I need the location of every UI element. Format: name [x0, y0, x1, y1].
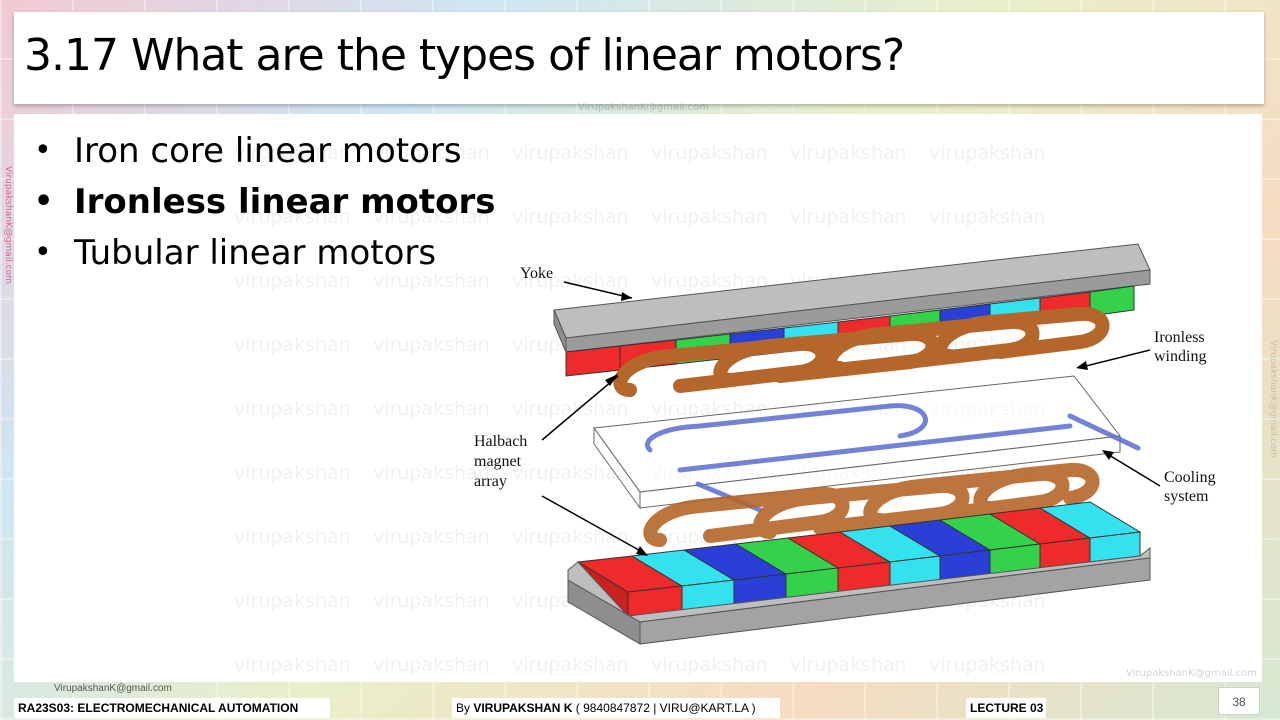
label-ironless-winding-2: winding [1154, 348, 1206, 365]
watermark-text: virupakshan [651, 654, 768, 676]
label-cooling-1: Cooling [1164, 469, 1216, 486]
arrowhead-halbach-lower [636, 546, 648, 556]
watermark-text: virupakshan [929, 654, 1046, 676]
arrowhead-yoke [621, 292, 632, 301]
title-bar: 3.17 What are the types of linear motors… [14, 12, 1264, 104]
arrow-cooling [1103, 451, 1161, 487]
page-number: 38 [1218, 687, 1260, 715]
watermark-text: virupakshan [512, 654, 629, 676]
watermark-text: virupakshan [929, 206, 1046, 228]
watermark-text: virupakshan [790, 654, 907, 676]
slide-title: 3.17 What are the types of linear motors… [24, 30, 905, 81]
watermark-text: virupakshan [929, 142, 1046, 164]
watermark-text: virupakshan [234, 526, 351, 548]
label-cooling-2: system [1164, 488, 1209, 505]
top-watermark-email: VirupakshanK@gmail.com [578, 102, 709, 113]
side-watermark-email: VirupakshanK@gmail.com [3, 166, 13, 284]
label-yoke: Yoke [520, 265, 553, 282]
bullet-item-tubular: Tubular linear motors [26, 230, 496, 281]
footer-lecture: LECTURE 03 [966, 698, 1046, 718]
watermark-text: virupakshan [373, 654, 490, 676]
ironless-linear-motor-diagram: Yoke Ironless winding Halbach magnet arr… [474, 243, 1216, 645]
watermark-text: virupakshan [651, 206, 768, 228]
footer-course: RA23S03: ELECTROMECHANICAL AUTOMATION [14, 698, 330, 718]
watermark-text: virupakshan [234, 398, 351, 420]
bullet-item-ironless: Ironless linear motors [26, 179, 496, 230]
watermark-text: virupakshan [234, 334, 351, 356]
bullet-item-iron-core: Iron core linear motors [26, 128, 496, 179]
author-name: VIRUPAKSHAN K [473, 701, 573, 715]
watermark-text: virupakshan [651, 142, 768, 164]
watermark-text: virupakshan [234, 590, 351, 612]
bullet-list: Iron core linear motors Ironless linear … [26, 128, 496, 281]
watermark-text: virupakshan [512, 206, 629, 228]
footer-author: By VIRUPAKSHAN K ( 9840847872 | VIRU@KAR… [452, 698, 780, 718]
bottom-right-watermark-email: VirupakshanK@gmail.com [1126, 668, 1257, 679]
arrow-winding [1077, 349, 1151, 369]
author-contact: ( 9840847872 | VIRU@KART.LA ) [572, 701, 756, 715]
arrow-halbach-lower [541, 495, 647, 555]
watermark-text: virupakshan [512, 142, 629, 164]
watermark-text: virupakshan [790, 142, 907, 164]
label-halbach-2: magnet [474, 453, 522, 470]
label-ironless-winding-1: Ironless [1154, 329, 1205, 346]
label-halbach-3: array [474, 473, 507, 490]
watermark-text: virupakshan [790, 206, 907, 228]
footer-email: VirupakshanK@gmail.com [54, 683, 172, 694]
arrowhead-winding [1076, 361, 1088, 370]
author-prefix: By [456, 701, 474, 715]
label-halbach-1: Halbach [474, 433, 527, 450]
watermark-text: virupakshan [234, 654, 351, 676]
watermark-text: virupakshan [234, 462, 351, 484]
side-watermark-email-right: VirupakshanK@gmail.com [1268, 340, 1278, 458]
